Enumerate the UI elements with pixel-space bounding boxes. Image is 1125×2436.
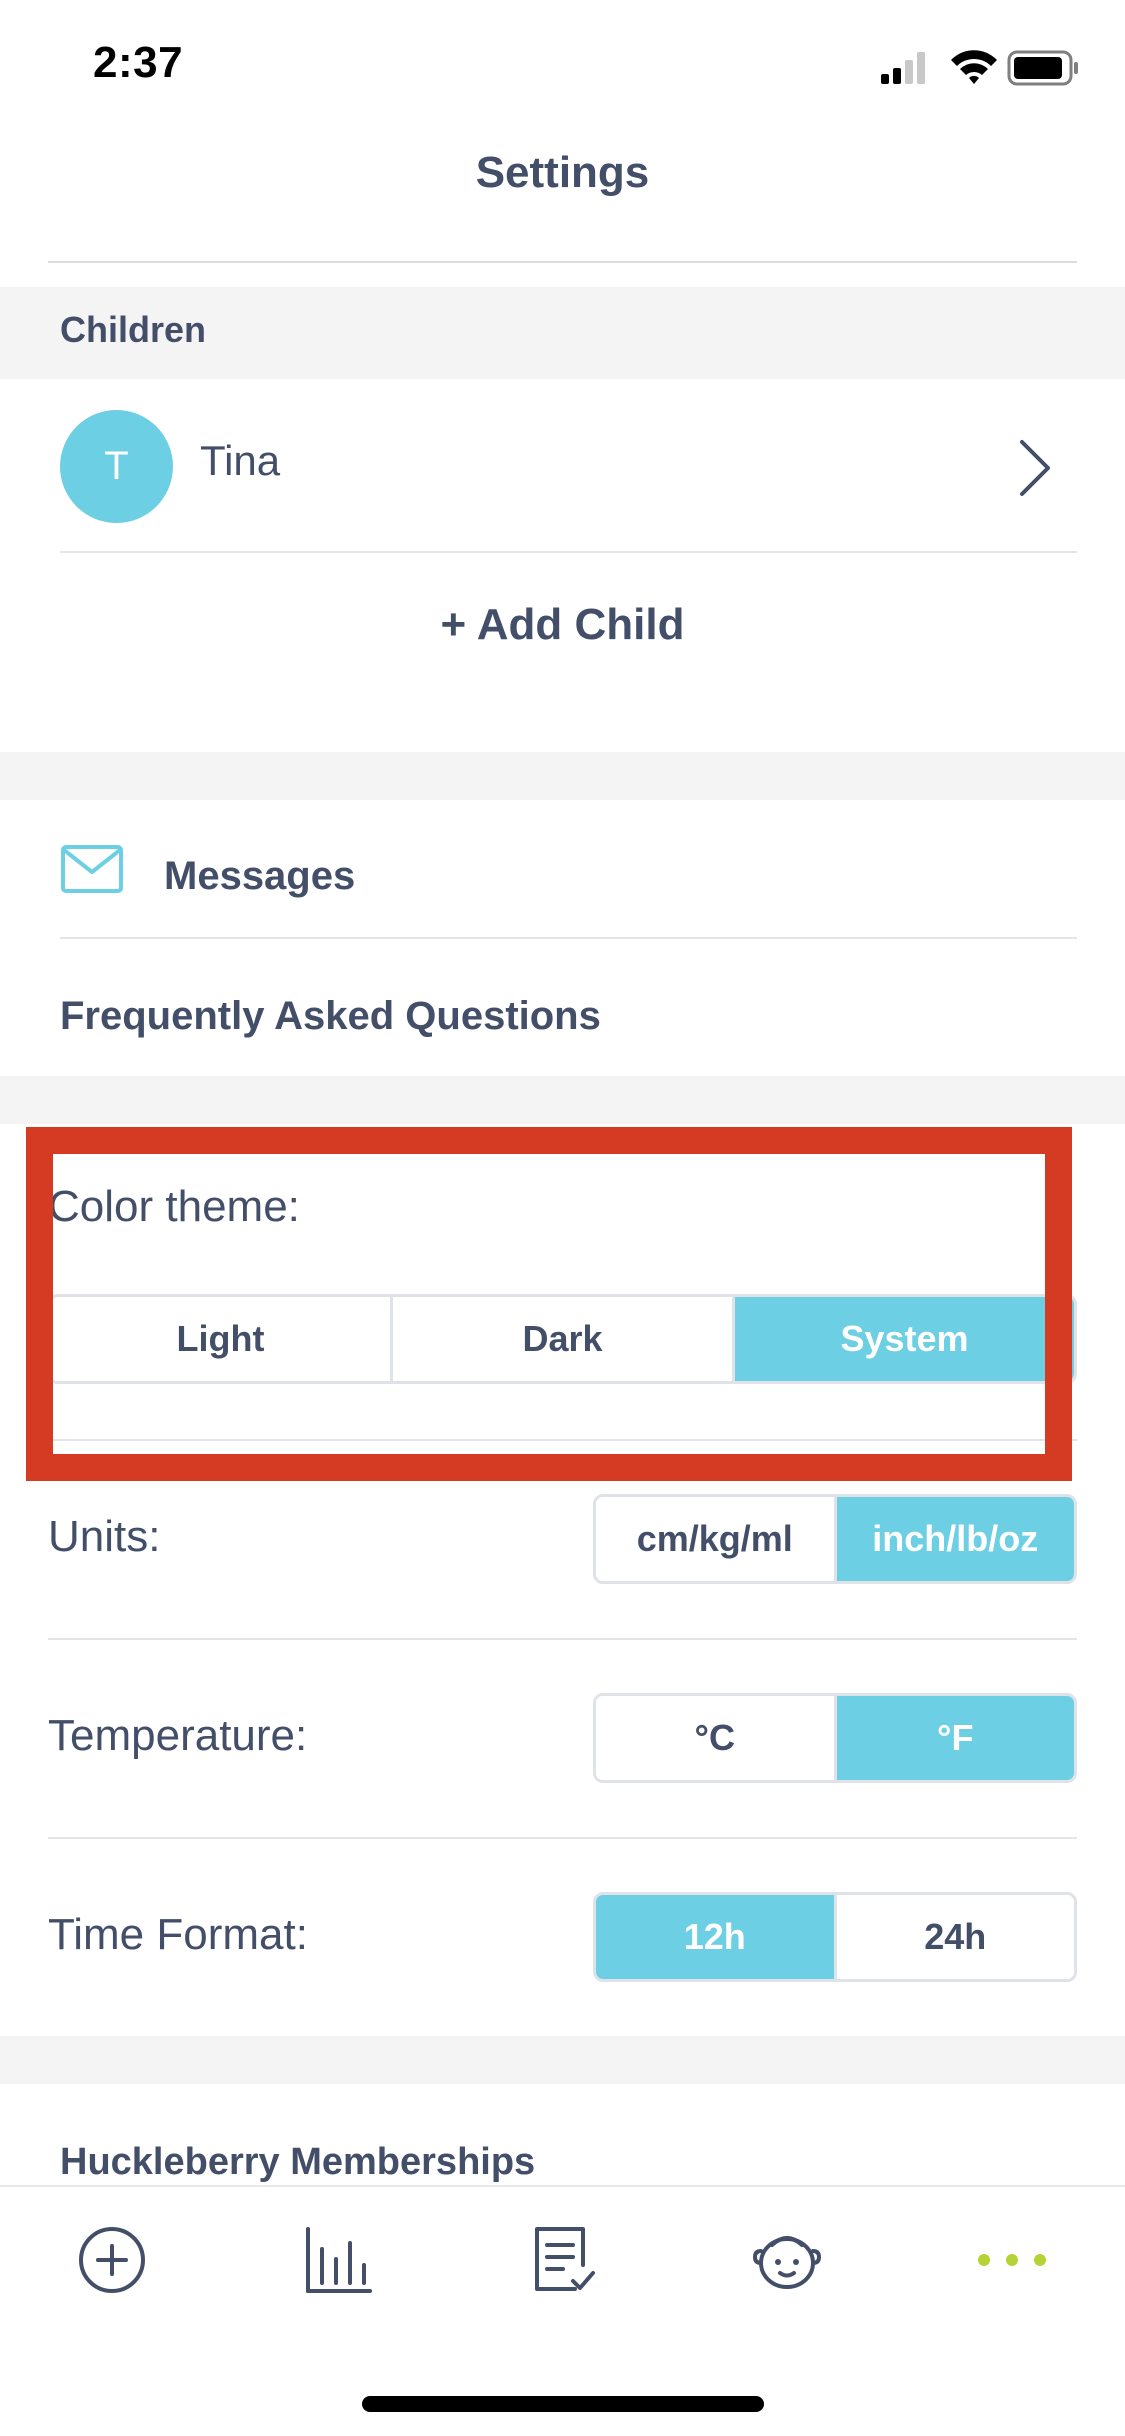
temperature-divider xyxy=(48,1837,1077,1839)
memberships-section-title[interactable]: Huckleberry Memberships xyxy=(60,2141,535,2184)
chevron-right-icon xyxy=(1014,438,1054,503)
faq-row[interactable]: Frequently Asked Questions xyxy=(0,940,1125,1076)
temperature-option-fahrenheit[interactable]: °F xyxy=(833,1696,1074,1780)
section-spacer xyxy=(0,752,1125,800)
highlight-annotation-box xyxy=(26,1127,1072,1481)
reports-icon[interactable] xyxy=(517,2215,607,2305)
wifi-icon xyxy=(951,50,997,84)
home-indicator xyxy=(362,2396,764,2412)
units-divider xyxy=(48,1638,1077,1640)
charts-icon[interactable] xyxy=(292,2215,382,2305)
children-section-title: Children xyxy=(60,309,207,350)
messages-label: Messages xyxy=(164,854,356,898)
units-option-metric[interactable]: cm/kg/ml xyxy=(596,1497,834,1581)
temperature-label: Temperature: xyxy=(48,1711,308,1760)
faq-label: Frequently Asked Questions xyxy=(60,994,601,1038)
header-divider xyxy=(48,261,1077,263)
messages-divider xyxy=(60,937,1077,939)
status-time: 2:37 xyxy=(93,38,184,87)
units-option-imperial[interactable]: inch/lb/oz xyxy=(833,1497,1074,1581)
children-section-header: Children xyxy=(0,287,1125,379)
temperature-selector: °C °F xyxy=(593,1693,1077,1783)
add-entry-icon[interactable] xyxy=(67,2215,157,2305)
add-child-label: + Add Child xyxy=(440,600,685,649)
units-selector: cm/kg/ml inch/lb/oz xyxy=(593,1494,1077,1584)
add-child-button[interactable]: + Add Child xyxy=(0,600,1125,650)
more-dots-icon[interactable] xyxy=(967,2215,1057,2305)
child-row-divider xyxy=(60,551,1077,553)
time-format-label: Time Format: xyxy=(48,1910,308,1959)
time-format-selector: 12h 24h xyxy=(593,1892,1077,1982)
tab-bar-divider xyxy=(0,2185,1125,2187)
child-row[interactable]: T Tina xyxy=(0,380,1125,552)
time-format-option-24h[interactable]: 24h xyxy=(833,1895,1074,1979)
page-title: Settings xyxy=(475,148,650,197)
status-icons xyxy=(881,48,1081,88)
battery-icon xyxy=(1007,50,1078,86)
temperature-option-celsius[interactable]: °C xyxy=(596,1696,834,1780)
section-spacer xyxy=(0,1076,1125,1124)
time-format-option-12h[interactable]: 12h xyxy=(596,1895,834,1979)
messages-row[interactable]: Messages xyxy=(0,800,1125,938)
envelope-icon xyxy=(60,844,124,901)
child-name: Tina xyxy=(200,437,281,484)
avatar: T xyxy=(60,410,173,523)
child-face-icon[interactable] xyxy=(742,2215,832,2305)
cellular-signal-icon xyxy=(881,52,925,84)
section-spacer xyxy=(0,2036,1125,2084)
units-label: Units: xyxy=(48,1512,161,1561)
